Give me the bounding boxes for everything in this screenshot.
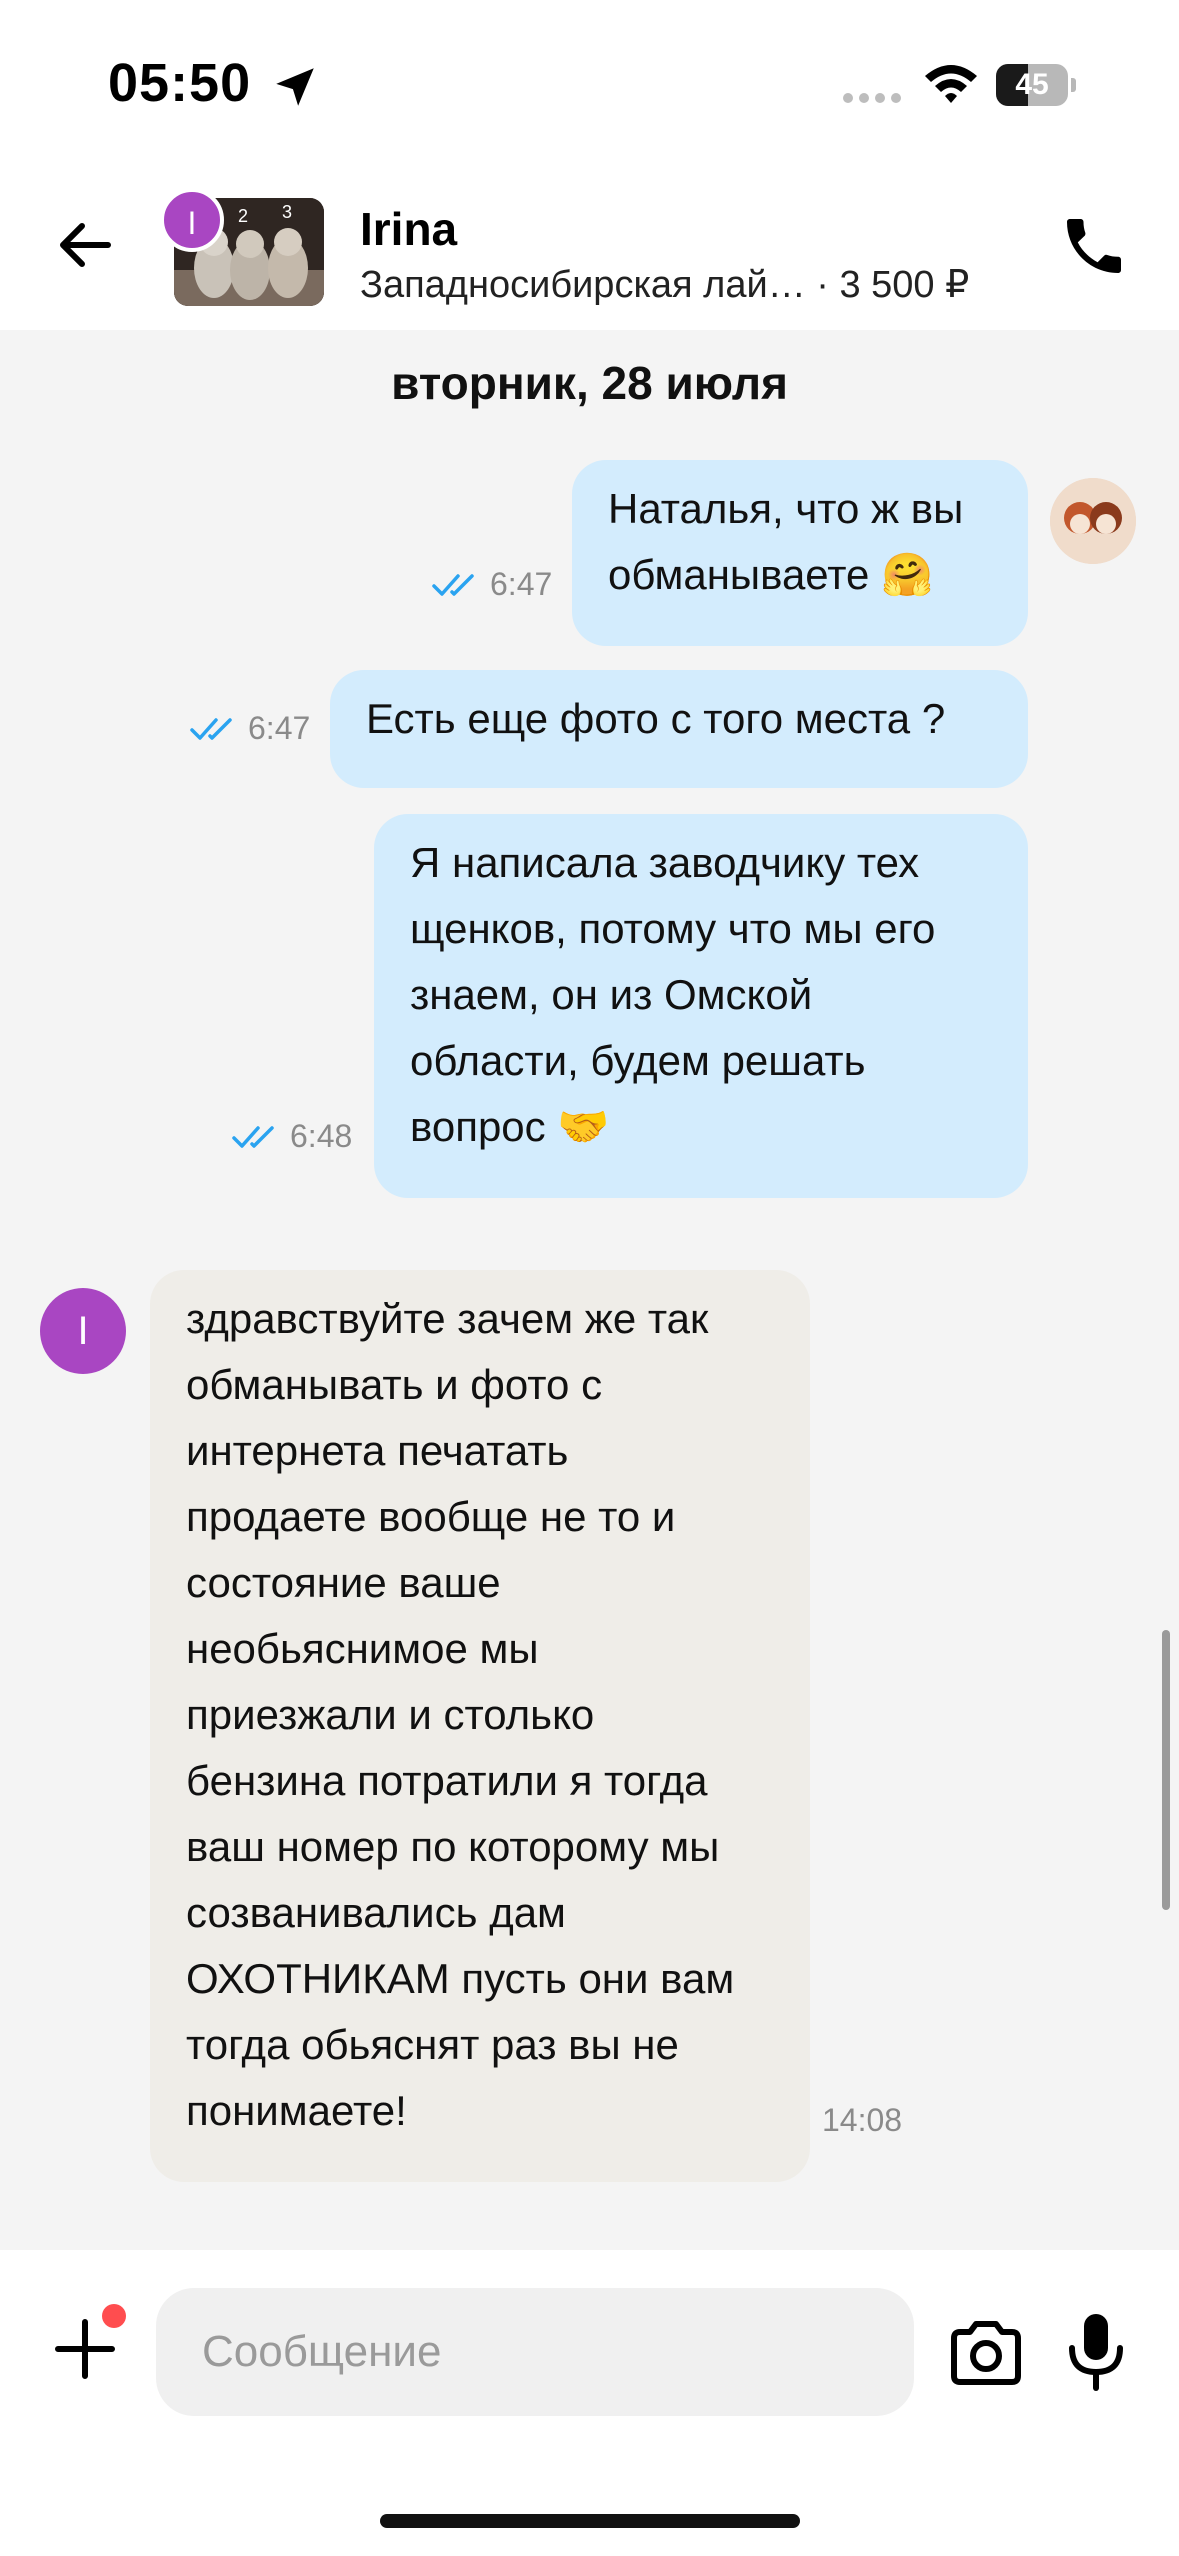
my-avatar [1050,478,1136,564]
read-ticks-icon [190,717,232,740]
message-time: 6:47 [248,710,311,746]
svg-text:3: 3 [282,202,292,222]
message-line: приезжали и столько [186,1691,595,1738]
message-line: продаете вообще не то и [186,1493,676,1540]
status-bar: 05:50 45 [0,0,1179,170]
message-line: ОХОТНИКАМ пусть они вам [186,1955,735,2002]
message-line: бензина потратили я тогда [186,1757,708,1804]
message-line: созванивались дам [186,1889,566,1936]
message-bubble[interactable]: здравствуйте зачем же так обманывать и ф… [150,1270,810,2182]
location-arrow-icon [276,68,314,106]
sender-avatar[interactable]: I [40,1288,126,1374]
phone-icon[interactable] [1058,210,1130,282]
home-indicator [380,2514,800,2528]
read-ticks-icon [432,573,474,596]
message-time: 14:08 [822,2102,903,2138]
message-composer [0,2250,1179,2556]
read-ticks-icon [232,1125,274,1148]
message-line: необьяснимое мы [186,1625,539,1672]
message-line: знаем, он из Омской [410,971,813,1018]
message-bubble[interactable]: Я написала заводчику тех щенков, потому … [374,814,1028,1198]
message-input[interactable] [156,2288,914,2416]
message-line: области, будем решать [410,1037,866,1084]
message-meta: 6:47 [432,566,552,603]
message-line: вопрос 🤝 [410,1103,610,1150]
camera-icon[interactable] [946,2314,1026,2394]
message-time: 6:48 [290,1118,353,1154]
signal-dots-icon [843,93,901,103]
listing-title: Западносибирская лай… [360,264,806,306]
message-meta: 6:47 [190,710,310,747]
message-line: тогда обьяснят раз вы не [186,2021,679,2068]
contact-avatar[interactable]: I [160,188,224,252]
battery-icon: 45 [996,64,1076,106]
date-separator: вторник, 28 июля [391,357,788,409]
wifi-icon [925,65,977,103]
message-line: Есть еще фото с того места ? [366,695,946,742]
status-time: 05:50 [108,53,252,113]
message-time: 6:47 [490,566,553,602]
back-arrow-icon[interactable] [50,210,120,280]
chat-messages[interactable]: вторник, 28 июля Наталья, что ж вы обман… [0,330,1179,2250]
svg-text:2: 2 [238,206,248,226]
message-meta: 6:48 [232,1118,352,1155]
message-line: интернета печатать [186,1427,569,1474]
message-line: обманываете 🤗 [608,551,934,598]
scrollbar[interactable] [1162,1630,1170,1910]
message-line: обманывать и фото с [186,1361,603,1408]
message-meta: 14:08 [822,2102,902,2139]
message-line: состояние ваше [186,1559,501,1606]
contact-name[interactable]: Irina [360,202,457,256]
message-line: понимаете! [186,2087,407,2134]
message-line: здравствуйте зачем же так [186,1295,709,1342]
message-line: Наталья, что ж вы [608,485,964,532]
microphone-icon[interactable] [1062,2310,1130,2394]
message-line: щенков, потому что мы его [410,905,936,952]
notification-dot [102,2304,126,2328]
message-line: ваш номер по которому мы [186,1823,720,1870]
message-bubble[interactable]: Наталья, что ж вы обманываете 🤗 [572,460,1028,646]
message-bubble[interactable]: Есть еще фото с того места ? [330,670,1028,788]
listing-price: · 3 500 ₽ [805,264,970,306]
battery-level: 45 [1015,68,1049,101]
chat-header: 2 3 I Irina Западносибирская лай… · 3 50… [0,170,1179,330]
listing-info[interactable]: Западносибирская лай… · 3 500 ₽ [360,262,969,307]
message-line: Я написала заводчику тех [410,839,920,886]
